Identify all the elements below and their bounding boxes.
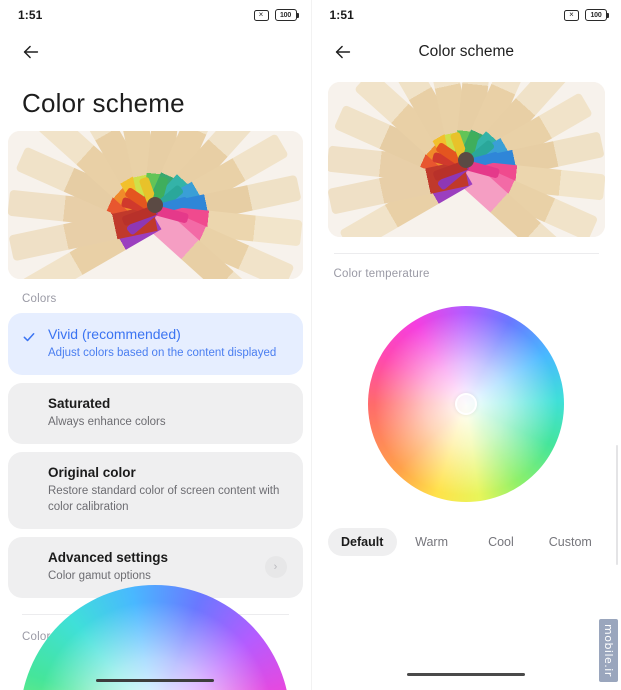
left-phone-screen: 1:51 × 100 Color scheme Colors Vivid (re… [0, 0, 311, 690]
tab-cool[interactable]: Cool [466, 528, 535, 556]
colored-pencils-graphic [8, 131, 303, 279]
option-original-color[interactable]: Original color Restore standard color of… [8, 451, 303, 529]
temperature-preset-tabs: Default Warm Cool Custom [312, 528, 621, 556]
vertical-scrollbar[interactable] [615, 445, 618, 565]
app-bar-right: Color scheme [312, 30, 621, 74]
tab-custom[interactable]: Custom [536, 528, 605, 556]
color-wheel-container [312, 306, 621, 502]
app-bar-left [0, 30, 311, 74]
option-vivid[interactable]: Vivid (recommended) Adjust colors based … [8, 313, 303, 375]
status-icons: × 100 [253, 9, 299, 21]
battery-icon: 100 [585, 9, 610, 21]
option-title: Advanced settings [48, 549, 169, 565]
option-subtitle: Color gamut options [48, 569, 151, 582]
option-saturated[interactable]: Saturated Always enhance colors [8, 382, 303, 444]
option-title: Original color [48, 464, 136, 480]
home-indicator-right [407, 672, 526, 676]
back-arrow-icon[interactable] [330, 39, 356, 65]
status-time: 1:51 [18, 8, 43, 22]
color-temperature-wheel-partial[interactable] [20, 585, 291, 690]
option-title: Saturated [48, 395, 111, 411]
option-subtitle: Restore standard color of screen content… [48, 485, 280, 513]
checkmark-icon [22, 330, 36, 344]
color-scheme-options-list: Vivid (recommended) Adjust colors based … [0, 313, 311, 598]
colored-pencils-graphic [327, 82, 605, 237]
option-subtitle: Adjust colors based on the content displ… [48, 346, 277, 359]
status-bar-left: 1:51 × 100 [0, 0, 311, 30]
chevron-right-icon[interactable]: › [264, 556, 287, 579]
option-subtitle: Always enhance colors [48, 415, 166, 428]
battery-level-label: 100 [590, 11, 602, 19]
home-indicator-left [96, 678, 215, 682]
tab-warm[interactable]: Warm [397, 528, 466, 556]
option-title: Vivid (recommended) [48, 326, 181, 342]
page-title: Color scheme [22, 88, 185, 118]
status-bar-right: 1:51 × 100 [312, 0, 621, 30]
color-temperature-wheel[interactable] [368, 306, 565, 502]
right-phone-screen: 1:51 × 100 Color scheme Color temperatur… [310, 0, 621, 690]
hero-image-left [8, 131, 303, 279]
hero-image-right [327, 82, 605, 237]
mute-icon: × [253, 9, 269, 21]
app-bar-title: Color scheme [418, 43, 515, 60]
mute-icon: × [564, 9, 579, 21]
status-time: 1:51 [329, 8, 354, 22]
color-wheel-handle[interactable] [455, 393, 478, 415]
battery-icon: 100 [274, 9, 299, 21]
watermark: mobile.ir [599, 619, 618, 682]
status-icons: × 100 [564, 9, 610, 21]
tab-default[interactable]: Default [327, 528, 397, 556]
dual-screenshot-container: 1:51 × 100 Color scheme Colors Vivid (re… [0, 0, 621, 690]
section-label-colors: Colors [22, 293, 57, 305]
battery-level-label: 100 [279, 11, 292, 19]
back-arrow-icon[interactable] [18, 39, 44, 65]
section-label-color-temperature-right: Color temperature [333, 268, 430, 280]
